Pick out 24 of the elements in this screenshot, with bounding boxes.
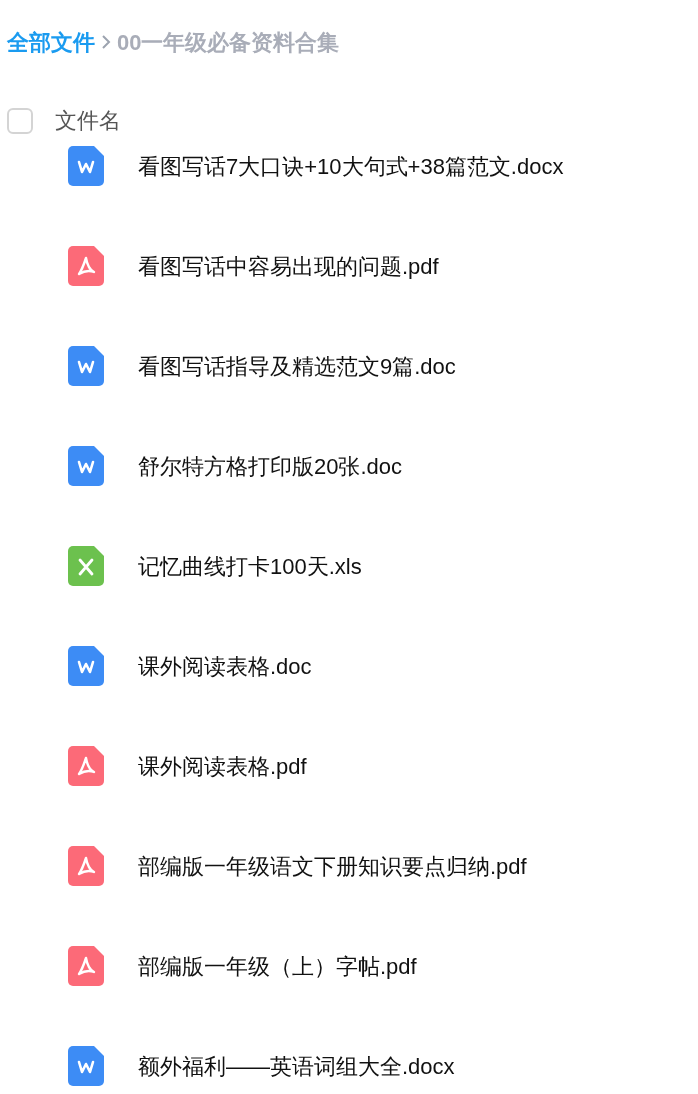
word-file-icon: [68, 1046, 104, 1086]
file-name[interactable]: 看图写话7大口诀+10大句式+38篇范文.docx: [138, 149, 564, 183]
file-name[interactable]: 课外阅读表格.pdf: [138, 749, 307, 783]
pdf-file-icon: [68, 946, 104, 986]
pdf-file-icon: [68, 746, 104, 786]
pdf-file-icon: [68, 846, 104, 886]
file-name[interactable]: 部编版一年级语文下册知识要点归纳.pdf: [138, 849, 527, 883]
file-name[interactable]: 看图写话指导及精选范文9篇.doc: [138, 349, 456, 383]
file-name[interactable]: 看图写话中容易出现的问题.pdf: [138, 249, 439, 283]
checkbox[interactable]: [7, 107, 33, 134]
column-header: 文件名: [55, 107, 121, 135]
file-name[interactable]: 课外阅读表格.doc: [138, 649, 312, 683]
word-file-icon: [68, 346, 104, 386]
chevron-icon: [101, 34, 111, 50]
word-file-icon: [68, 646, 104, 686]
file-name[interactable]: 额外福利——英语词组大全.docx: [138, 1049, 455, 1083]
word-file-icon: [68, 146, 104, 186]
excel-file-icon: [68, 546, 104, 586]
current-folder: 00一年级必备资料合集: [117, 28, 340, 57]
word-file-icon: [68, 446, 104, 486]
file-name[interactable]: 舒尔特方格打印版20张.doc: [138, 449, 403, 483]
pdf-file-icon: [68, 246, 104, 286]
file-name[interactable]: 记忆曲线打卡100天.xls: [138, 549, 362, 583]
file-name[interactable]: 部编版一年级（上）字帖.pdf: [138, 949, 417, 983]
